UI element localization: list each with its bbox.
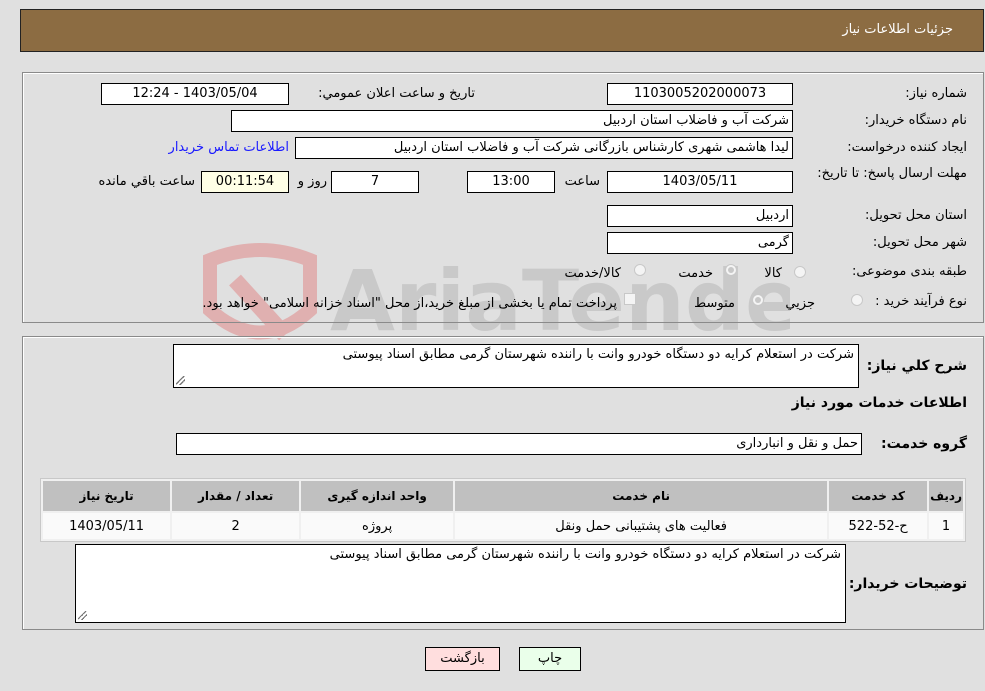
category-option-goods: کالا: [764, 266, 782, 281]
process-radio-minor[interactable]: [851, 294, 863, 306]
creator-field: لیدا هاشمی شهری کارشناس بازرگانی شرکت آب…: [295, 137, 793, 159]
cell-service-code: ح-52-522: [829, 513, 928, 539]
page-header: جزئیات اطلاعات نیاز: [20, 9, 984, 52]
days-label: روز و: [297, 174, 327, 189]
buyer-contact-link[interactable]: اطلاعات تماس خریدار: [169, 140, 289, 155]
creator-label: ایجاد کننده درخواست:: [847, 140, 967, 155]
province-label: استان محل تحویل:: [865, 208, 967, 223]
col-header-unit: واحد اندازه گیری: [301, 481, 454, 511]
category-option-goods-service: کالا/خدمت: [564, 266, 621, 281]
need-number-field: 1103005202000073: [607, 83, 793, 105]
cell-quantity: 2: [172, 513, 300, 539]
city-field: گرمی: [607, 232, 793, 254]
service-group-label: گروه خدمت:: [881, 436, 967, 452]
deadline-time-field: 13:00: [467, 171, 555, 193]
resize-grip-icon[interactable]: [176, 376, 185, 385]
buyer-notes-textarea[interactable]: شرکت در استعلام کرایه دو دستگاه خودرو وا…: [75, 544, 846, 623]
buyer-notes-text: شرکت در استعلام کرایه دو دستگاه خودرو وا…: [329, 547, 841, 562]
col-header-need-date: تاریخ نیاز: [43, 481, 171, 511]
deadline-date-field: 1403/05/11: [607, 171, 793, 193]
need-number-label: شماره نیاز:: [905, 86, 967, 101]
page-title: جزئیات اطلاعات نیاز: [842, 22, 953, 37]
announce-date-label: تاریخ و ساعت اعلان عمومي:: [318, 86, 475, 101]
col-header-row-number: ردیف: [929, 481, 963, 511]
time-remaining-label: ساعت باقي مانده: [98, 174, 195, 189]
buyer-notes-label: توضیحات خریدار:: [848, 576, 967, 592]
service-group-field: حمل و نقل و انبارداری: [176, 433, 862, 455]
services-heading: اطلاعات خدمات مورد نیاز: [791, 395, 967, 411]
category-radio-goods[interactable]: [794, 266, 806, 278]
table-row: 1 ح-52-522 فعالیت های پشتیبانی حمل ونقل …: [43, 513, 963, 539]
city-label: شهر محل تحویل:: [872, 235, 967, 250]
deadline-time-label: ساعت: [564, 174, 600, 189]
treasury-checkbox[interactable]: [624, 293, 636, 305]
treasury-note: پرداخت تمام یا بخشی از مبلغ خرید،از محل …: [202, 296, 617, 311]
process-radio-medium[interactable]: [752, 294, 764, 306]
resize-grip-icon[interactable]: [78, 611, 87, 620]
process-option-medium: متوسط: [694, 296, 735, 311]
general-desc-text: شرکت در استعلام کرایه دو دستگاه خودرو وا…: [342, 347, 854, 362]
cell-service-name: فعالیت های پشتیبانی حمل ونقل: [455, 513, 828, 539]
process-option-minor: جزيي: [785, 296, 815, 311]
table-header-row: ردیف کد خدمت نام خدمت واحد اندازه گیری ت…: [43, 481, 963, 511]
time-remaining-field: 00:11:54: [201, 171, 289, 193]
cell-unit: پروژه: [301, 513, 454, 539]
category-option-service: خدمت: [678, 266, 713, 281]
col-header-service-name: نام خدمت: [455, 481, 828, 511]
buyer-org-field: شرکت آب و فاضلاب استان اردبیل: [231, 110, 793, 132]
process-type-label: نوع فرآیند خرید :: [875, 294, 967, 309]
back-button[interactable]: بازگشت: [425, 647, 500, 671]
category-label: طبقه بندی موضوعی:: [851, 264, 967, 279]
col-header-service-code: کد خدمت: [829, 481, 928, 511]
services-table: ردیف کد خدمت نام خدمت واحد اندازه گیری ت…: [40, 478, 966, 542]
category-radio-goods-service[interactable]: [634, 264, 646, 276]
announce-date-field: 1403/05/04 - 12:24: [101, 83, 289, 105]
buyer-org-label: نام دستگاه خریدار:: [864, 113, 967, 128]
general-desc-textarea[interactable]: شرکت در استعلام کرایه دو دستگاه خودرو وا…: [173, 344, 859, 388]
province-field: اردبیل: [607, 205, 793, 227]
col-header-quantity: تعداد / مقدار: [172, 481, 300, 511]
print-button[interactable]: چاپ: [519, 647, 581, 671]
days-remaining-field: 7: [331, 171, 419, 193]
deadline-label: مهلت ارسال پاسخ: تا تاریخ:: [817, 166, 967, 181]
category-radio-service[interactable]: [725, 264, 737, 276]
cell-need-date: 1403/05/11: [43, 513, 171, 539]
general-desc-label: شرح کلي نیاز:: [866, 358, 967, 374]
cell-row-number: 1: [929, 513, 963, 539]
